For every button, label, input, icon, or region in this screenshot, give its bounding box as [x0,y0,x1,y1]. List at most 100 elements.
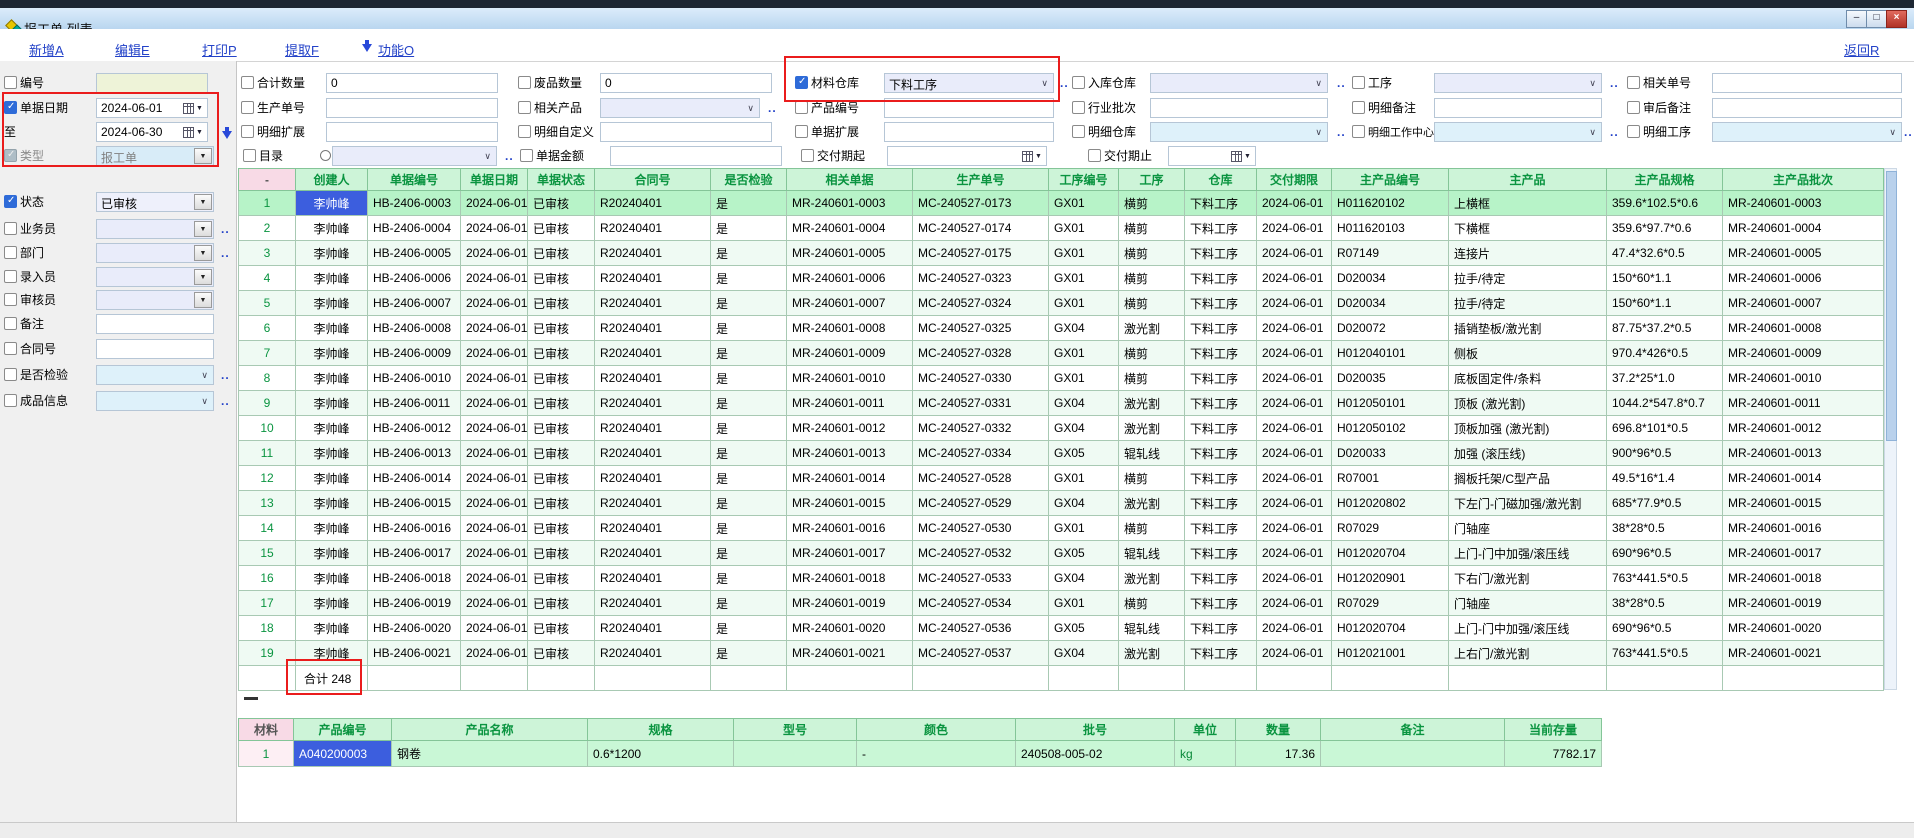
cell[interactable]: 下料工序 [1185,366,1257,391]
cell[interactable]: kg [1175,741,1236,767]
cell[interactable]: 2024-06-01 [1257,366,1332,391]
cell[interactable]: 已审核 [528,491,595,516]
cell[interactable]: MR-240601-0006 [787,266,913,291]
cell[interactable]: R20240401 [595,341,711,366]
checkbox-doc-expand[interactable] [795,125,808,138]
cell[interactable]: 16 [239,566,296,591]
inspection-combo[interactable]: ∨ [96,365,214,385]
cell[interactable]: R20240401 [595,516,711,541]
remark-input[interactable] [96,314,214,334]
cell[interactable]: 下料工序 [1185,216,1257,241]
cell[interactable]: 横剪 [1119,516,1185,541]
cell[interactable]: 已审核 [528,266,595,291]
cell[interactable]: R20240401 [595,641,711,666]
cell[interactable]: R20240401 [595,216,711,241]
checkbox-detail-workcenter[interactable] [1352,125,1365,138]
cell[interactable]: MR-240601-0016 [1723,516,1884,541]
cell[interactable]: 横剪 [1119,366,1185,391]
cell[interactable]: 是 [711,391,787,416]
cell[interactable]: 李帅峰 [296,616,368,641]
table-row[interactable]: 2李帅峰HB-2406-00042024-06-01已审核R20240401是M… [239,216,1884,241]
cell[interactable]: 下料工序 [1185,391,1257,416]
cell[interactable]: HB-2406-0017 [368,541,461,566]
cell[interactable]: MR-240601-0010 [1723,366,1884,391]
cell[interactable]: 下右门/激光割 [1449,566,1607,591]
cell[interactable]: GX01 [1049,366,1119,391]
cell[interactable]: 下料工序 [1185,541,1257,566]
cell[interactable]: 上门-门中加强/滚压线 [1449,616,1607,641]
cell[interactable]: HB-2406-0016 [368,516,461,541]
cell[interactable]: 横剪 [1119,266,1185,291]
cell[interactable]: HB-2406-0008 [368,316,461,341]
cell[interactable]: 已审核 [528,591,595,616]
cell[interactable]: 3 [239,241,296,266]
table-row[interactable]: 5李帅峰HB-2406-00072024-06-01已审核R20240401是M… [239,291,1884,316]
finished-product-info-more-button[interactable]: .. [221,394,230,408]
cell[interactable]: R20240401 [595,241,711,266]
column-header[interactable]: 仓库 [1185,169,1257,191]
cell[interactable]: GX01 [1049,266,1119,291]
checkbox-doc-amount[interactable] [520,149,533,162]
cell[interactable]: 2024-06-01 [1257,616,1332,641]
cell[interactable]: 李帅峰 [296,341,368,366]
column-header[interactable]: 主产品规格 [1607,169,1723,191]
table-row[interactable]: 19李帅峰HB-2406-00212024-06-01已审核R20240401是… [239,641,1884,666]
column-header[interactable]: 批号 [1016,719,1175,741]
cell[interactable]: 李帅峰 [296,491,368,516]
cell[interactable]: 辊轧线 [1119,616,1185,641]
table-row[interactable]: 4李帅峰HB-2406-00062024-06-01已审核R20240401是M… [239,266,1884,291]
cell[interactable]: 横剪 [1119,191,1185,216]
cell[interactable]: 8 [239,366,296,391]
cell[interactable]: GX01 [1049,341,1119,366]
cell[interactable]: R20240401 [595,366,711,391]
minimize-button[interactable]: – [1846,10,1867,28]
doc-number-input[interactable] [96,73,208,93]
cell[interactable]: 已审核 [528,641,595,666]
cell[interactable]: D020035 [1332,366,1449,391]
cell[interactable]: GX01 [1049,191,1119,216]
detail-workcenter-combo[interactable]: ∨ [1434,122,1602,142]
cell[interactable]: 5 [239,291,296,316]
cell[interactable]: 是 [711,516,787,541]
cell[interactable]: 2024-06-01 [461,191,528,216]
dropdown-button-icon[interactable]: ▼ [194,245,212,261]
cell[interactable]: 门轴座 [1449,591,1607,616]
cell[interactable]: 已审核 [528,191,595,216]
cell[interactable]: 49.5*16*1.4 [1607,466,1723,491]
cell[interactable]: 2024-06-01 [1257,516,1332,541]
cell[interactable]: HB-2406-0007 [368,291,461,316]
checkbox-related-doc-no[interactable] [1627,76,1640,89]
column-header[interactable]: 当前存量 [1505,719,1602,741]
cell[interactable]: 是 [711,316,787,341]
cell[interactable]: 2024-06-01 [461,591,528,616]
cell[interactable]: HB-2406-0020 [368,616,461,641]
cell[interactable]: R20240401 [595,566,711,591]
close-button[interactable]: × [1886,10,1907,28]
cell[interactable]: GX01 [1049,216,1119,241]
cell[interactable]: MR-240601-0013 [1723,441,1884,466]
cell[interactable]: MR-240601-0011 [787,391,913,416]
column-header[interactable]: 规格 [588,719,734,741]
cell[interactable]: 2024-06-01 [461,316,528,341]
related-product-combo[interactable]: ∨ [600,98,760,118]
cell[interactable]: 已审核 [528,366,595,391]
cell[interactable]: MR-240601-0008 [1723,316,1884,341]
checkbox-department[interactable] [4,246,17,259]
table-row[interactable]: 9李帅峰HB-2406-00112024-06-01已审核R20240401是M… [239,391,1884,416]
checkbox-industry-batch[interactable] [1072,101,1085,114]
cell[interactable]: HB-2406-0021 [368,641,461,666]
column-header[interactable]: 单据日期 [461,169,528,191]
cell[interactable]: 是 [711,641,787,666]
cell[interactable]: 已审核 [528,291,595,316]
cell[interactable]: 2024-06-01 [461,266,528,291]
cell[interactable]: 47.4*32.6*0.5 [1607,241,1723,266]
cell[interactable]: 2 [239,216,296,241]
cell[interactable]: 14 [239,516,296,541]
column-header[interactable]: 材料 [239,719,294,741]
cell[interactable]: GX01 [1049,591,1119,616]
dropdown-button-icon[interactable]: ▼ [194,269,212,285]
column-header[interactable]: 是否检验 [711,169,787,191]
cell[interactable]: 下料工序 [1185,591,1257,616]
cell[interactable]: R20240401 [595,191,711,216]
cell[interactable]: 2024-06-01 [1257,491,1332,516]
